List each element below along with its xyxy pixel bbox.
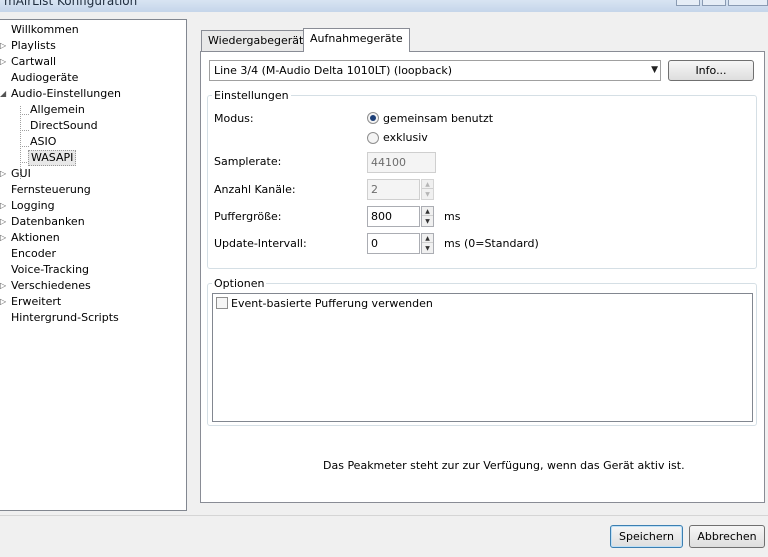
radio-gemeinsam[interactable] bbox=[367, 112, 379, 124]
tree-item-hintergrund-scripts[interactable]: Hintergrund-Scripts bbox=[9, 310, 121, 326]
expand-arrow-icon[interactable]: ▷ bbox=[0, 166, 6, 182]
update-interval-spinner[interactable]: ▲ ▼ bbox=[421, 233, 434, 254]
samplerate-field: 44100 bbox=[367, 152, 436, 173]
title-bar: mAirList Konfiguration bbox=[0, 0, 768, 12]
tree-item-asio[interactable]: ASIO bbox=[28, 134, 58, 150]
collapse-arrow-icon[interactable]: ◢ bbox=[0, 86, 6, 102]
tree-item-wasapi[interactable]: WASAPI bbox=[28, 150, 77, 166]
tree-item-directsound[interactable]: DirectSound bbox=[28, 118, 100, 134]
maximize-button[interactable] bbox=[702, 0, 726, 6]
update-interval-label: Update-Intervall: bbox=[214, 237, 307, 250]
expand-arrow-icon[interactable]: ▷ bbox=[0, 214, 6, 230]
samplerate-label: Samplerate: bbox=[214, 155, 282, 168]
tree-item-erweitert[interactable]: Erweitert bbox=[9, 294, 63, 310]
radio-exklusiv-label[interactable]: exklusiv bbox=[383, 131, 428, 144]
buffer-spinner[interactable]: ▲ ▼ bbox=[421, 206, 434, 227]
tree-item-gui[interactable]: GUI bbox=[9, 166, 33, 182]
options-group-title: Optionen bbox=[212, 277, 267, 290]
channels-label: Anzahl Kanäle: bbox=[214, 183, 296, 196]
expand-arrow-icon[interactable]: ▷ bbox=[0, 38, 6, 54]
expand-arrow-icon[interactable]: ▷ bbox=[0, 278, 6, 294]
tree-item-datenbanken[interactable]: Datenbanken bbox=[9, 214, 87, 230]
tree-item-allgemein[interactable]: Allgemein bbox=[28, 102, 87, 118]
window-title: mAirList Konfiguration bbox=[4, 0, 138, 8]
device-select[interactable]: Line 3/4 (M-Audio Delta 1010LT) (loopbac… bbox=[209, 60, 661, 81]
tree-item-encoder[interactable]: Encoder bbox=[9, 246, 58, 262]
tree-item-playlists[interactable]: Playlists bbox=[9, 38, 58, 54]
spin-down-icon[interactable]: ▼ bbox=[422, 244, 433, 253]
peakmeter-note: Das Peakmeter steht zur zur Verfügung, w… bbox=[323, 459, 685, 472]
channels-field: 2 bbox=[367, 179, 420, 200]
tree-item-audiogeraete[interactable]: Audiogeräte bbox=[9, 70, 80, 86]
tab-wiedergabegeraete[interactable]: Wiedergabegeräte bbox=[201, 30, 318, 52]
expand-arrow-icon[interactable]: ▷ bbox=[0, 198, 6, 214]
tree-item-logging[interactable]: Logging bbox=[9, 198, 57, 214]
radio-gemeinsam-label[interactable]: gemeinsam benutzt bbox=[383, 112, 493, 125]
expand-arrow-icon[interactable]: ▷ bbox=[0, 294, 6, 310]
save-button[interactable]: Speichern bbox=[610, 525, 683, 548]
footer-divider bbox=[0, 515, 768, 516]
tree-item-verschiedenes[interactable]: Verschiedenes bbox=[9, 278, 93, 294]
channels-spinner: ▲ ▼ bbox=[421, 179, 434, 200]
tab-aufnahmegeraete[interactable]: Aufnahmegeräte bbox=[303, 28, 410, 52]
expand-arrow-icon[interactable]: ▷ bbox=[0, 230, 6, 246]
radio-exklusiv[interactable] bbox=[367, 132, 379, 144]
tree-item-voice-tracking[interactable]: Voice-Tracking bbox=[9, 262, 91, 278]
expand-arrow-icon[interactable]: ▷ bbox=[0, 54, 6, 70]
tree-item-willkommen[interactable]: Willkommen bbox=[9, 22, 81, 38]
tree-item-aktionen[interactable]: Aktionen bbox=[9, 230, 62, 246]
buffer-unit: ms bbox=[444, 210, 461, 223]
info-button[interactable]: Info... bbox=[668, 60, 754, 81]
close-button[interactable] bbox=[728, 0, 768, 6]
spin-down-icon[interactable]: ▼ bbox=[422, 217, 433, 226]
spin-up-icon[interactable]: ▲ bbox=[422, 234, 433, 243]
tree-item-audio-einstellungen[interactable]: Audio-Einstellungen bbox=[9, 86, 123, 102]
tree-item-fernsteuerung[interactable]: Fernsteuerung bbox=[9, 182, 93, 198]
update-interval-field[interactable]: 0 bbox=[367, 233, 420, 254]
buffer-field[interactable]: 800 bbox=[367, 206, 420, 227]
spin-up-icon: ▲ bbox=[422, 180, 433, 189]
update-interval-unit: ms (0=Standard) bbox=[444, 237, 539, 250]
spin-up-icon[interactable]: ▲ bbox=[422, 207, 433, 216]
minimize-button[interactable] bbox=[676, 0, 700, 6]
cancel-button[interactable]: Abbrechen bbox=[689, 525, 765, 548]
dropdown-arrow-icon[interactable]: ▼ bbox=[651, 61, 658, 80]
modus-label: Modus: bbox=[214, 112, 254, 125]
device-select-value: Line 3/4 (M-Audio Delta 1010LT) (loopbac… bbox=[214, 64, 453, 77]
spin-down-icon: ▼ bbox=[425, 191, 430, 198]
options-list[interactable] bbox=[212, 293, 753, 422]
event-buffer-label[interactable]: Event-basierte Pufferung verwenden bbox=[231, 297, 433, 310]
tree-item-cartwall[interactable]: Cartwall bbox=[9, 54, 58, 70]
buffer-label: Puffergröße: bbox=[214, 210, 282, 223]
settings-group-title: Einstellungen bbox=[212, 89, 291, 102]
event-buffer-checkbox[interactable] bbox=[216, 297, 228, 309]
